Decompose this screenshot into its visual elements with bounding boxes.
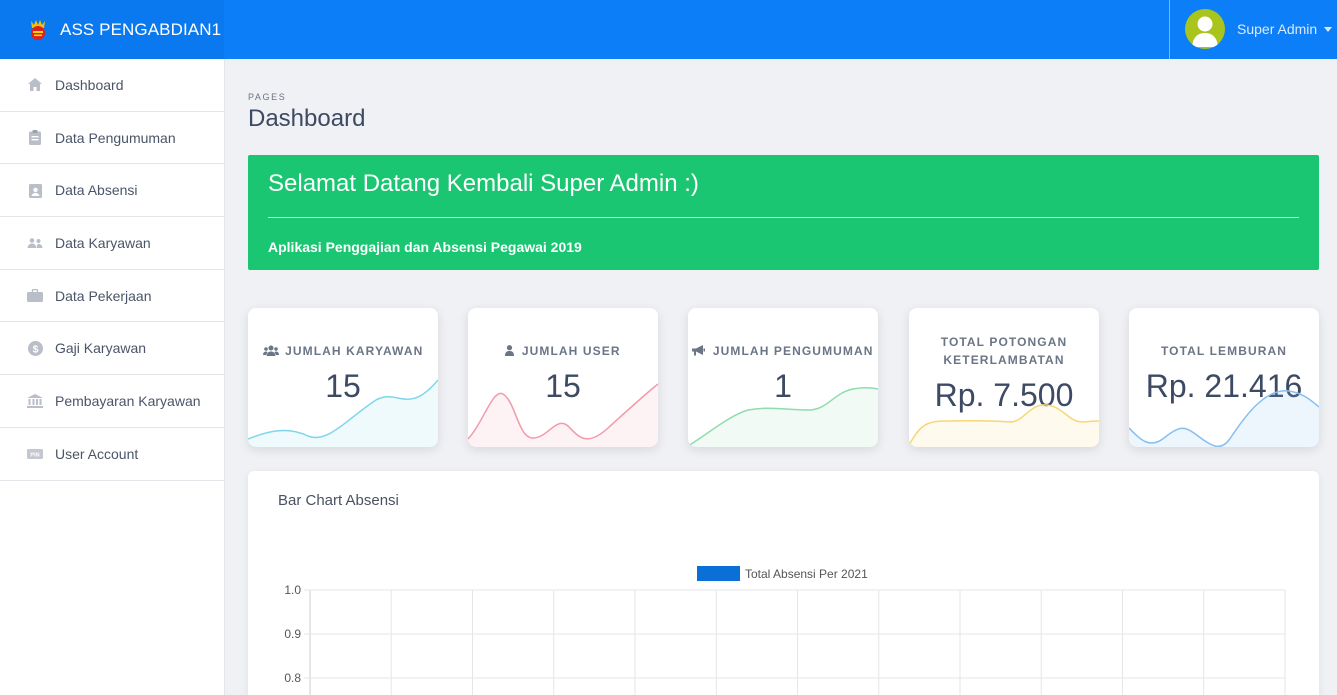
stat-card-total-lemburan: TOTAL LEMBURAN Rp. 21.416 (1129, 308, 1319, 447)
stat-card-jumlah-user: JUMLAH USER 15 (468, 308, 658, 447)
user-name: Super Admin (1237, 21, 1318, 37)
sidebar-item-data-pekerjaan[interactable]: Data Pekerjaan (0, 270, 224, 323)
welcome-banner: Selamat Datang Kembali Super Admin :) Ap… (248, 155, 1319, 270)
sidebar-item-label: User Account (55, 445, 139, 462)
clipboard-icon (27, 130, 43, 146)
chart-legend[interactable]: Total Absensi Per 2021 (697, 566, 868, 581)
sidebar-item-label: Dashboard (55, 76, 124, 93)
bank-icon (27, 393, 43, 409)
avatar (1185, 9, 1225, 49)
sidebar-item-label: Data Absensi (55, 182, 138, 199)
chevron-down-icon (1324, 27, 1333, 32)
y-tick-label: 0.8 (284, 671, 301, 685)
svg-text:$: $ (32, 343, 38, 355)
sidebar-item-label: Data Pekerjaan (55, 287, 152, 304)
dollar-icon: $ (27, 340, 43, 356)
briefcase-icon (27, 288, 43, 304)
legend-label: Total Absensi Per 2021 (745, 567, 868, 581)
stat-card-total-potongan-keterlambatan: TOTAL POTONGAN KETERLAMBATAN Rp. 7.500 (909, 308, 1099, 447)
bar-chart-card: Bar Chart Absensi 1.0 0.9 0.8 Total Absens… (248, 471, 1319, 695)
sidebar-item-data-karyawan[interactable]: Data Karyawan (0, 217, 224, 270)
user-avatar-icon (1192, 16, 1218, 47)
sparkline-chart (468, 383, 658, 447)
sidebar-item-dashboard[interactable]: Dashboard (0, 59, 224, 112)
sidebar: Dashboard Data Pengumuman Data Absensi D… (0, 59, 225, 695)
legend-swatch (697, 566, 740, 581)
stat-card-jumlah-pengumuman: JUMLAH PENGUMUMAN 1 (688, 308, 878, 447)
user-menu[interactable]: Super Admin (1185, 9, 1333, 49)
bar-chart: 1.0 0.9 0.8 Total Absensi Per 2021 (284, 566, 1286, 695)
svg-text:PIN: PIN (30, 452, 39, 458)
divider (268, 217, 1299, 218)
sidebar-item-data-pengumuman[interactable]: Data Pengumuman (0, 112, 224, 165)
app-title: ASS PENGABDIAN1 (60, 19, 222, 39)
sidebar-item-label: Gaji Karyawan (55, 340, 147, 357)
sparkline-chart (248, 379, 438, 447)
sparkline-chart (1129, 390, 1319, 447)
welcome-subtitle: Aplikasi Penggajian dan Absensi Pegawai … (268, 239, 582, 255)
sidebar-item-label: Data Pengumuman (55, 129, 176, 146)
sidebar-item-label: Data Karyawan (55, 234, 151, 251)
topbar-divider (1169, 0, 1170, 59)
page-title: Dashboard (248, 105, 366, 132)
sparkline-chart (688, 387, 878, 447)
sidebar-item-label: Pembayaran Karyawan (55, 392, 201, 409)
main-content: PAGES Dashboard Selamat Datang Kembali S… (225, 59, 1337, 695)
sidebar-item-gaji-karyawan[interactable]: $ Gaji Karyawan (0, 322, 224, 376)
y-tick-label: 0.9 (284, 627, 301, 641)
brand[interactable]: ASS PENGABDIAN1 (0, 0, 224, 59)
sidebar-item-pembayaran-karyawan[interactable]: Pembayaran Karyawan (0, 375, 224, 428)
sidebar-item-user-account[interactable]: PIN User Account (0, 428, 224, 481)
home-icon (27, 77, 43, 93)
sidebar-item-data-absensi[interactable]: Data Absensi (0, 164, 224, 218)
y-tick-label: 1.0 (284, 583, 301, 597)
pin-icon: PIN (27, 446, 43, 462)
sparkline-chart (909, 404, 1099, 447)
id-card-icon (27, 182, 43, 198)
stat-card-jumlah-karyawan: JUMLAH KARYAWAN 15 (248, 308, 438, 447)
breadcrumb: PAGES (248, 92, 287, 102)
top-navbar: ASS PENGABDIAN1 Super Admin (0, 0, 1337, 59)
users-icon (27, 235, 43, 251)
welcome-title: Selamat Datang Kembali Super Admin :) (268, 170, 699, 197)
brand-logo-icon (31, 19, 45, 40)
